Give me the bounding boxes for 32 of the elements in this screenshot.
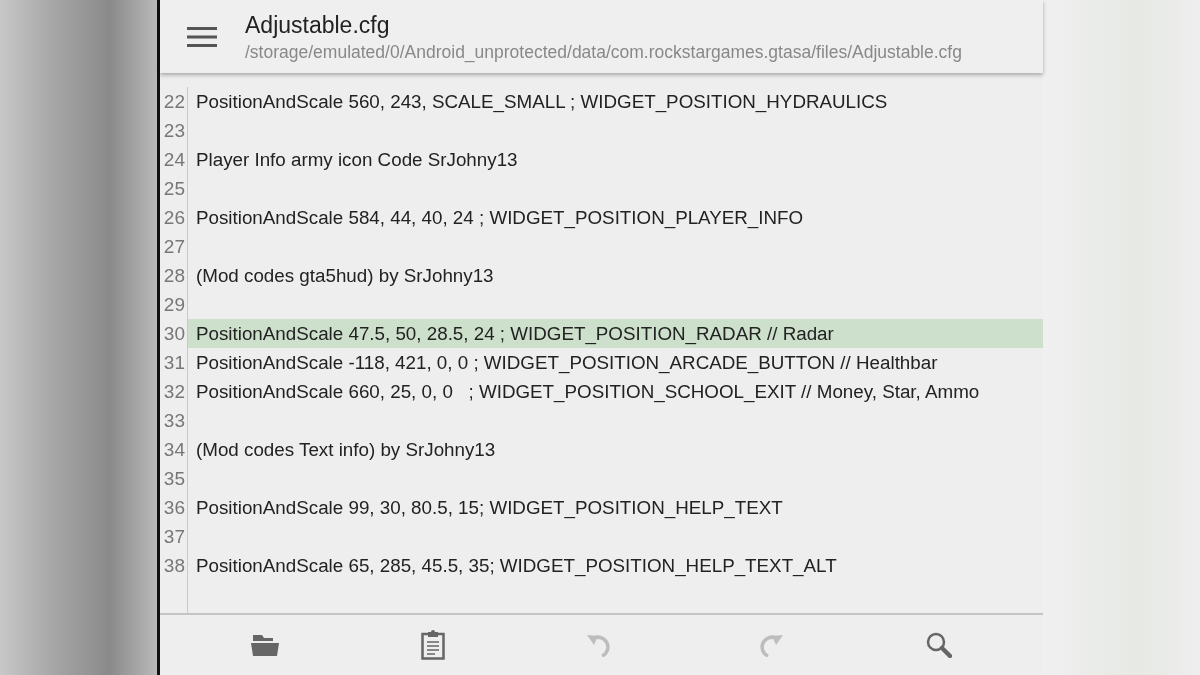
folder-icon	[250, 633, 279, 657]
line-number: 33	[160, 406, 188, 435]
line-number: 35	[160, 464, 188, 493]
code-line: PositionAndScale 584, 44, 40, 24 ; WIDGET_POSITION_PLAYER_INFO	[196, 206, 804, 229]
code-line: PositionAndScale 65, 285, 45.5, 35; WIDGET_POSITION_HELP_TEXT_ALT	[196, 554, 837, 577]
code-line: Player Info army icon Code SrJohny13	[196, 148, 518, 171]
code-line: PositionAndScale 560, 243, SCALE_SMALL ; WIDGET_POSITION_HYDRAULICS	[196, 90, 888, 113]
code-line: PositionAndScale 660, 25, 0, 0 ; WIDGET_POSITION_SCHOOL_EXIT // Money, Star, Ammo	[196, 380, 980, 403]
line-number: 34	[160, 435, 188, 464]
line-number: 29	[160, 290, 188, 319]
line-number: 22	[160, 87, 188, 116]
line-number: 25	[160, 174, 188, 203]
line-number: 24	[160, 145, 188, 174]
line-number: 37	[160, 522, 188, 551]
line-number: 38	[160, 551, 188, 580]
line-number: 36	[160, 493, 188, 522]
menu-icon[interactable]	[187, 25, 217, 48]
file-path: /storage/emulated/0/Android_unprotected/data/com.rockstargames.gtasa/files/Adjustable.cfg	[245, 40, 962, 64]
line-number: 28	[160, 261, 188, 290]
code-line: PositionAndScale 99, 30, 80.5, 15; WIDGET_POSITION_HELP_TEXT	[196, 496, 783, 519]
line-number: 32	[160, 377, 188, 406]
code-line: (Mod codes Text info) by SrJohny13	[196, 438, 496, 461]
line-number: 26	[160, 203, 188, 232]
file-title: Adjustable.cfg	[245, 10, 391, 40]
clipboard-icon	[420, 630, 445, 660]
line-number: 27	[160, 232, 188, 261]
line-number: 31	[160, 348, 188, 377]
line-number: 23	[160, 116, 188, 145]
search-icon	[926, 632, 953, 658]
code-line: PositionAndScale -118, 421, 0, 0 ; WIDGET_POSITION_ARCADE_BUTTON // Healthbar	[196, 351, 938, 374]
code-line: PositionAndScale 47.5, 50, 28.5, 24 ; WIDGET_POSITION_RADAR // Radar	[196, 322, 834, 345]
code-line: (Mod codes gta5hud) by SrJohny13	[196, 264, 494, 287]
